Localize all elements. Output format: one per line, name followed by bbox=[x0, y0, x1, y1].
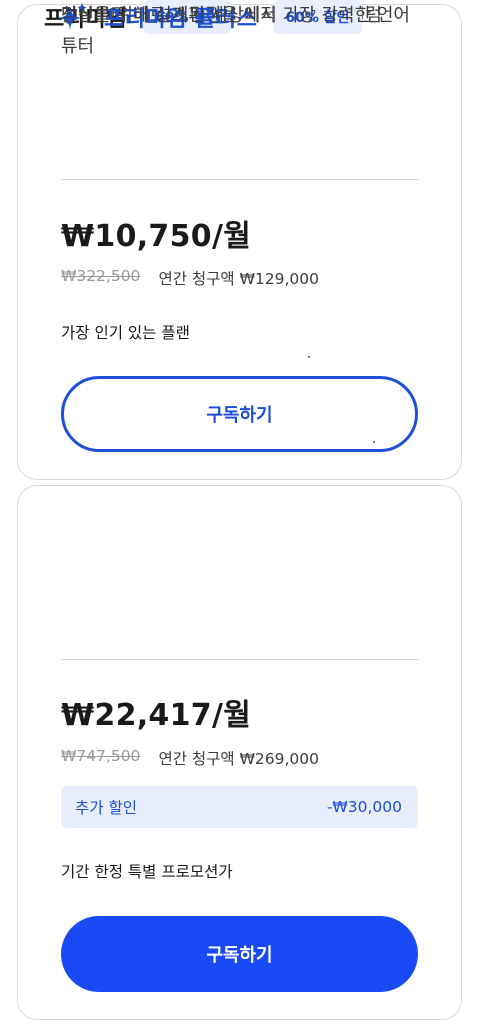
original-price: ₩322,500 bbox=[61, 267, 141, 285]
plan-price: ₩10,750/월 bbox=[61, 219, 252, 254]
extra-discount-amount: -₩30,000 bbox=[326, 798, 402, 816]
divider bbox=[61, 179, 419, 180]
price-details: ₩322,500 연간 청구액 ₩129,000 bbox=[61, 267, 319, 289]
subscribe-button-premium[interactable]: 구독하기 bbox=[61, 376, 418, 452]
original-price: ₩747,500 bbox=[61, 747, 141, 765]
extra-discount-row: 추가 할인 -₩30,000 bbox=[61, 786, 418, 828]
plan-note: 기간 한정 특별 프로모션가 bbox=[61, 863, 233, 881]
subscribe-button-premium-plus[interactable]: 구독하기 bbox=[61, 916, 418, 992]
speck bbox=[373, 441, 375, 443]
plan-description: 당신을 위해 설계된 세상에서 가장 강력한 언어 튜터 bbox=[61, 5, 410, 57]
price-details: ₩747,500 연간 청구액 ₩269,000 bbox=[61, 747, 319, 769]
plan-price: ₩22,417/월 bbox=[61, 698, 252, 733]
divider bbox=[61, 659, 419, 660]
annual-billing: 연간 청구액 ₩129,000 bbox=[158, 270, 320, 288]
annual-billing: 연간 청구액 ₩269,000 bbox=[158, 750, 320, 768]
extra-discount-label: 추가 할인 bbox=[75, 799, 137, 817]
speck bbox=[308, 356, 310, 358]
plan-note: 가장 인기 있는 플랜 bbox=[61, 324, 190, 342]
